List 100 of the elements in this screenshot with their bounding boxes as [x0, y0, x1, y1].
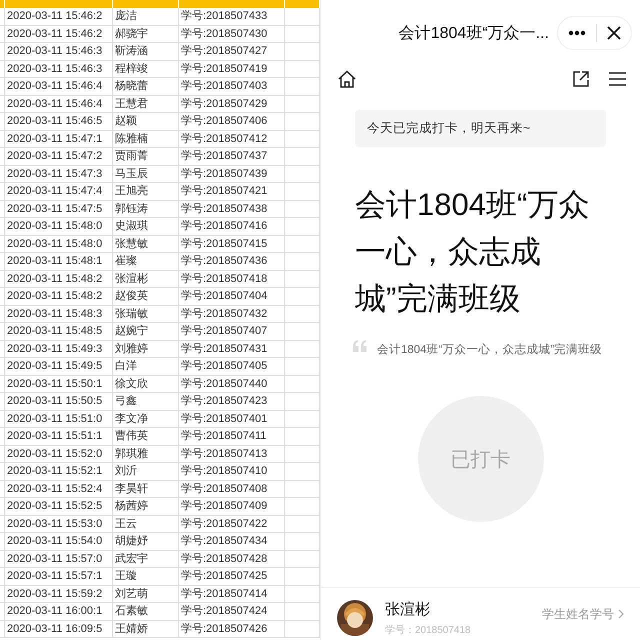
table-cell: 刘雅婷: [113, 340, 179, 357]
table-cell: 2020-03-11 15:51:0: [5, 410, 113, 427]
table-cell: 石素敏: [113, 603, 179, 620]
table-cell: 2020-03-11 15:46:2: [5, 26, 113, 42]
table-cell: 2020-03-11 15:47:4: [5, 183, 113, 200]
table-cell: 2020-03-11 15:48:3: [5, 306, 113, 322]
table-cell: 学号:2018507414: [179, 586, 285, 602]
table-cell: 学号:2018507434: [179, 533, 285, 550]
table-cell: 2020-03-11 16:00:1: [5, 603, 113, 620]
table-cell: 赵俊英: [113, 288, 179, 304]
activity-description: 会计1804班“万众一心，众志成城”完满班级: [377, 342, 602, 358]
table-cell: 学号:2018507411: [179, 428, 285, 444]
table-cell: 郭钰涛: [113, 200, 179, 217]
user-name: 张渲彬: [385, 600, 431, 618]
table-cell: 靳涛涵: [113, 43, 179, 60]
menu-icon[interactable]: [609, 72, 626, 86]
quote-icon: [353, 340, 367, 352]
table-cell: 贾雨菁: [113, 148, 179, 164]
table-cell: 2020-03-11 15:46:3: [5, 60, 113, 77]
table-cell: 学号:2018507437: [179, 148, 285, 164]
table-cell: 学号:2018507410: [179, 463, 285, 480]
table-cell: 学号:2018507416: [179, 218, 285, 234]
table-cell: 2020-03-11 15:53:0: [5, 516, 113, 532]
table-cell: 2020-03-11 15:49:5: [5, 358, 113, 374]
table-cell: 2020-03-11 15:48:0: [5, 218, 113, 234]
table-cell: 学号:2018507431: [179, 340, 285, 357]
table-cell: 杨茜婷: [113, 498, 179, 514]
table-cell: 2020-03-11 16:09:5: [5, 620, 113, 637]
table-cell: 杨晓蕾: [113, 78, 179, 94]
table-cell: 学号:2018507425: [179, 568, 285, 584]
table-cell: 学号:2018507422: [179, 516, 285, 532]
table-cell: 王旭亮: [113, 183, 179, 200]
table-cell: 学号:2018507404: [179, 288, 285, 304]
table-cell: 2020-03-11 15:57:0: [5, 550, 113, 567]
activity-title: 会计1804班“万众一心，众志成城”完满班级: [355, 186, 590, 318]
student-id: 学号：2018507418: [385, 624, 471, 636]
table-cell: 赵颖: [113, 113, 179, 130]
table-cell: 学号:2018507412: [179, 130, 285, 147]
table-cell: 胡婕妤: [113, 533, 179, 550]
table-cell: 学号:2018507409: [179, 498, 285, 514]
notice-banner: 今天已完成打卡，明天再来~: [355, 110, 606, 147]
table-cell: 学号:2018507433: [179, 8, 285, 24]
share-icon[interactable]: [573, 71, 589, 87]
table-cell: 程梓竣: [113, 60, 179, 77]
table-cell: 2020-03-11 15:52:1: [5, 463, 113, 480]
table-cell: 陈雅楠: [113, 130, 179, 147]
table-cell: 学号:2018507419: [179, 60, 285, 77]
table-cell: 白洋: [113, 358, 179, 374]
table-cell: 李文净: [113, 410, 179, 427]
table-cell: 2020-03-11 15:59:2: [5, 586, 113, 602]
table-cell: 王璇: [113, 568, 179, 584]
page-title: 会计1804班“万众一...: [398, 24, 549, 44]
table-cell: 2020-03-11 15:46:2: [5, 8, 113, 24]
table-cell: 2020-03-11 15:48:2: [5, 270, 113, 287]
table-cell: 学号:2018507429: [179, 96, 285, 112]
chevron-icon: [618, 609, 624, 619]
table-cell: 弓鑫: [113, 393, 179, 410]
table-cell: 学号:2018507405: [179, 358, 285, 374]
table-cell: 2020-03-11 15:54:0: [5, 533, 113, 550]
table-cell: 学号:2018507436: [179, 253, 285, 270]
table-cell: 学号:2018507401: [179, 410, 285, 427]
table-cell: 学号:2018507432: [179, 306, 285, 322]
table-cell: 2020-03-11 15:46:4: [5, 78, 113, 94]
table-cell: 张瑞敏: [113, 306, 179, 322]
table-cell: 2020-03-11 15:52:4: [5, 480, 113, 497]
more-icon[interactable]: [568, 30, 586, 36]
table-cell: 李昊轩: [113, 480, 179, 497]
table-cell: 学号:2018507406: [179, 113, 285, 130]
table-cell: 王婧娇: [113, 620, 179, 637]
table-cell: 2020-03-11 15:52:5: [5, 498, 113, 514]
table-cell: 学号:2018507408: [179, 480, 285, 497]
table-cell: 2020-03-11 15:46:4: [5, 96, 113, 112]
table-cell: 学号:2018507440: [179, 376, 285, 392]
table-cell: 2020-03-11 15:48:1: [5, 253, 113, 270]
table-cell: 学号:2018507428: [179, 550, 285, 567]
table-cell: 2020-03-11 15:50:1: [5, 376, 113, 392]
table-cell: 2020-03-11 15:49:3: [5, 340, 113, 357]
table-cell: 王云: [113, 516, 179, 532]
table-cell: 刘沂: [113, 463, 179, 480]
close-icon[interactable]: [607, 26, 621, 40]
table-cell: 2020-03-11 15:48:2: [5, 288, 113, 304]
table-cell: 张渲彬: [113, 270, 179, 287]
table-cell: 学号:2018507413: [179, 446, 285, 462]
table-cell: 学号:2018507426: [179, 620, 285, 637]
table-cell: 学号:2018507423: [179, 393, 285, 410]
table-cell: 学号:2018507403: [179, 78, 285, 94]
table-cell: 徐文欣: [113, 376, 179, 392]
field-label[interactable]: 学生姓名学号: [542, 606, 624, 622]
home-icon[interactable]: [337, 70, 357, 88]
table-cell: 2020-03-11 15:47:2: [5, 148, 113, 164]
table-cell: 2020-03-11 15:46:5: [5, 113, 113, 130]
table-cell: 赵婉宁: [113, 323, 179, 340]
table-cell: 2020-03-11 15:57:1: [5, 568, 113, 584]
table-cell: 学号:2018507421: [179, 183, 285, 200]
table-cell: 曹伟英: [113, 428, 179, 444]
table-cell: 崔璨: [113, 253, 179, 270]
table-cell: 武宏宇: [113, 550, 179, 567]
table-cell: 庞洁: [113, 8, 179, 24]
table-cell: 2020-03-11 15:51:1: [5, 428, 113, 444]
table-cell: 学号:2018507424: [179, 603, 285, 620]
